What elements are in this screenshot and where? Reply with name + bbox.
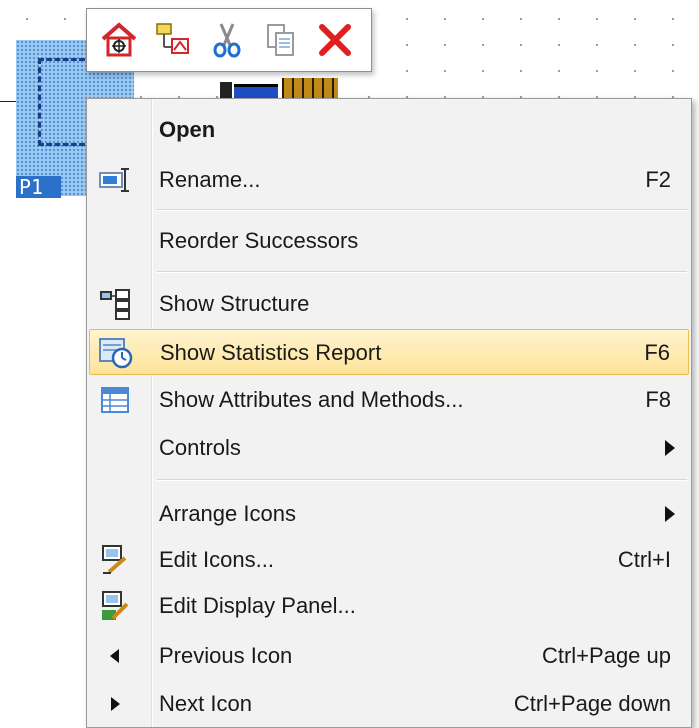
object-tree-button[interactable]: [151, 18, 195, 62]
menu-item-previous-icon[interactable]: Previous Icon Ctrl+Page up: [89, 633, 689, 679]
edit-icons-icon: [95, 541, 135, 579]
menu-item-label: Open: [159, 117, 216, 142]
menu-item-shortcut: Ctrl+Page up: [541, 643, 671, 668]
menu-item-shortcut: Ctrl+I: [617, 547, 671, 572]
menu-item-open[interactable]: Open: [89, 107, 689, 153]
menu-item-label: Controls: [159, 435, 241, 460]
menu-item-label: Show Structure: [159, 291, 310, 316]
statistics-report-icon: [96, 334, 136, 372]
attributes-table-icon: [95, 381, 135, 419]
submenu-arrow-icon: [665, 440, 675, 456]
context-menu: Open Rename... F2 Reorder Successors Sho…: [86, 98, 692, 728]
cut-button[interactable]: [205, 18, 249, 62]
copy-button[interactable]: [259, 18, 303, 62]
menu-item-edit-icons[interactable]: Edit Icons... Ctrl+I: [89, 537, 689, 583]
p1-object-label[interactable]: P1: [16, 176, 61, 198]
menu-separator: [157, 209, 687, 211]
menu-item-label: Show Statistics Report: [160, 340, 382, 365]
menu-item-shortcut: Ctrl+Page down: [513, 691, 671, 716]
triangle-left-icon: [95, 637, 135, 675]
menu-item-show-attributes-and-methods[interactable]: Show Attributes and Methods... F8: [89, 377, 689, 423]
menu-separator: [157, 271, 687, 273]
menu-item-reorder-successors[interactable]: Reorder Successors: [89, 218, 689, 264]
menu-item-label: Show Attributes and Methods...: [159, 387, 464, 412]
object-part: [282, 78, 338, 100]
copy-icon: [267, 24, 294, 56]
menu-item-label: Arrange Icons: [159, 501, 296, 526]
menu-item-label: Reorder Successors: [159, 228, 359, 253]
menu-item-shortcut: F8: [645, 387, 671, 412]
menu-item-label: Next Icon: [159, 691, 252, 716]
menu-item-rename[interactable]: Rename... F2: [89, 157, 689, 203]
menu-item-shortcut: F2: [645, 167, 671, 192]
delete-button[interactable]: [313, 18, 357, 62]
structure-icon: [95, 285, 135, 323]
menu-item-label: Rename...: [159, 167, 261, 192]
home-network-icon: [101, 22, 137, 57]
home-network-button[interactable]: [97, 18, 141, 62]
menu-item-next-icon[interactable]: Next Icon Ctrl+Page down: [89, 681, 689, 727]
menu-item-show-structure[interactable]: Show Structure: [89, 281, 689, 327]
delete-icon: [319, 24, 351, 56]
menu-item-label: Previous Icon: [159, 643, 293, 668]
cut-icon: [213, 23, 241, 58]
menu-item-arrange-icons[interactable]: Arrange Icons: [89, 491, 689, 537]
object-tree-icon: [156, 23, 189, 54]
submenu-arrow-icon: [665, 506, 675, 522]
triangle-right-icon: [95, 685, 135, 723]
p1-frame-graphic: [38, 58, 85, 146]
menu-separator: [157, 479, 687, 481]
menu-item-show-statistics-report[interactable]: Show Statistics Report F6: [89, 329, 689, 375]
menu-item-label: Edit Display Panel...: [159, 593, 356, 618]
mini-toolbar: [86, 8, 372, 72]
menu-item-shortcut: F6: [644, 340, 670, 365]
second-object-icon[interactable]: [220, 78, 340, 103]
rename-icon: [95, 161, 135, 199]
menu-item-edit-display-panel[interactable]: Edit Display Panel...: [89, 583, 689, 629]
menu-item-controls[interactable]: Controls: [89, 425, 689, 471]
edit-display-panel-icon: [95, 587, 135, 625]
menu-item-label: Edit Icons...: [159, 547, 274, 572]
